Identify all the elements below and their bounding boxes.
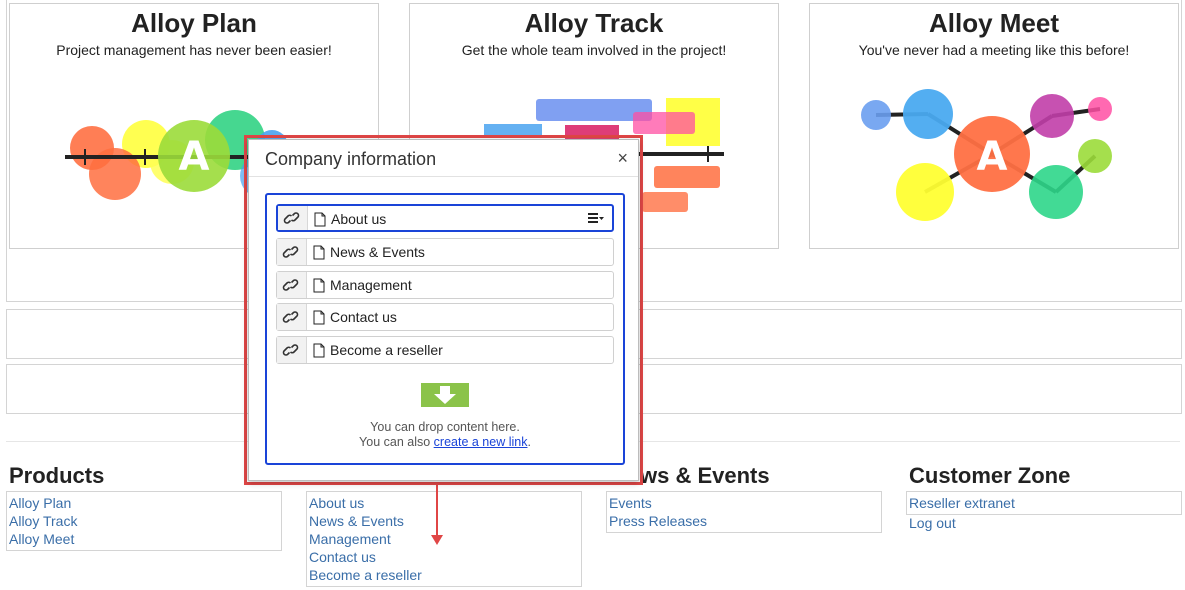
content-item-label: Contact us <box>330 309 397 325</box>
content-item-label: Become a reseller <box>330 342 443 358</box>
document-icon <box>314 212 326 227</box>
link-icon <box>277 239 307 265</box>
footer-link-log-out[interactable]: Log out <box>909 515 956 531</box>
content-item-become-reseller[interactable]: Become a reseller <box>276 336 614 364</box>
content-item-label: News & Events <box>330 244 425 260</box>
footer-link-about-us[interactable]: About us <box>309 495 364 511</box>
drop-hint-secondary: You can also create a new link. <box>267 435 623 449</box>
alloy-meet-logo: A <box>861 89 1112 221</box>
footer-link-alloy-track[interactable]: Alloy Track <box>9 513 77 529</box>
create-new-link[interactable]: create a new link <box>434 435 528 449</box>
card-subtitle: You've never had a meeting like this bef… <box>858 42 1130 58</box>
card-title: Alloy Plan <box>131 8 257 38</box>
drop-hint-suffix: . <box>527 435 531 449</box>
content-item-label: About us <box>331 211 387 227</box>
footer-link-contact-us[interactable]: Contact us <box>309 549 376 565</box>
footer-link-alloy-meet[interactable]: Alloy Meet <box>9 531 74 547</box>
content-item-management[interactable]: Management <box>276 271 614 299</box>
drop-hint: You can drop content here. <box>370 420 520 434</box>
content-item-contact-us[interactable]: Contact us <box>276 303 614 331</box>
footer-link-reseller-extranet[interactable]: Reseller extranet <box>909 495 1015 511</box>
dialog-header-divider <box>249 176 638 177</box>
footer-link-news-events[interactable]: News & Events <box>309 513 404 529</box>
content-item-label: Management <box>330 277 412 293</box>
footer-link-alloy-plan[interactable]: Alloy Plan <box>9 495 71 511</box>
card-subtitle: Get the whole team involved in the proje… <box>461 42 727 58</box>
document-icon <box>313 278 325 293</box>
footer-link-press-releases[interactable]: Press Releases <box>609 513 707 529</box>
card-title: Alloy Meet <box>928 8 1060 38</box>
annotation-arrow <box>431 483 443 545</box>
footer-link-management[interactable]: Management <box>309 531 391 547</box>
drop-hint-prefix: You can also <box>359 435 434 449</box>
content-item-news-events[interactable]: News & Events <box>276 238 614 266</box>
link-icon <box>277 272 307 298</box>
link-icon <box>278 206 308 230</box>
document-icon <box>313 343 325 358</box>
link-icon <box>277 304 307 330</box>
close-icon[interactable]: × <box>617 148 628 169</box>
card-subtitle: Project management has never been easier… <box>56 42 332 58</box>
dialog-title: Company information <box>265 149 437 169</box>
footer-heading-customer-zone: Customer Zone <box>909 463 1071 488</box>
logo-letter: A <box>977 134 1008 180</box>
content-item-about-us[interactable]: About us <box>276 204 614 232</box>
document-icon <box>313 310 325 325</box>
document-icon <box>313 245 325 260</box>
footer-heading-news-events: ws & Events <box>640 463 770 488</box>
footer-heading-products: Products <box>9 463 105 488</box>
card-title: Alloy Track <box>524 8 664 38</box>
logo-letter: A <box>179 134 210 180</box>
hamburger-menu-icon[interactable] <box>588 212 604 224</box>
drop-arrow-icon <box>421 383 469 407</box>
link-icon <box>277 337 307 363</box>
product-card-alloy-meet[interactable]: Alloy Meet You've never had a meeting li… <box>809 3 1179 249</box>
content-area-dropzone[interactable]: About us News & Events Management Contac… <box>265 193 625 465</box>
footer-link-events[interactable]: Events <box>609 495 652 511</box>
company-information-dialog: Company information × About us News & Ev… <box>248 139 639 481</box>
footer-link-become-reseller[interactable]: Become a reseller <box>309 567 422 583</box>
